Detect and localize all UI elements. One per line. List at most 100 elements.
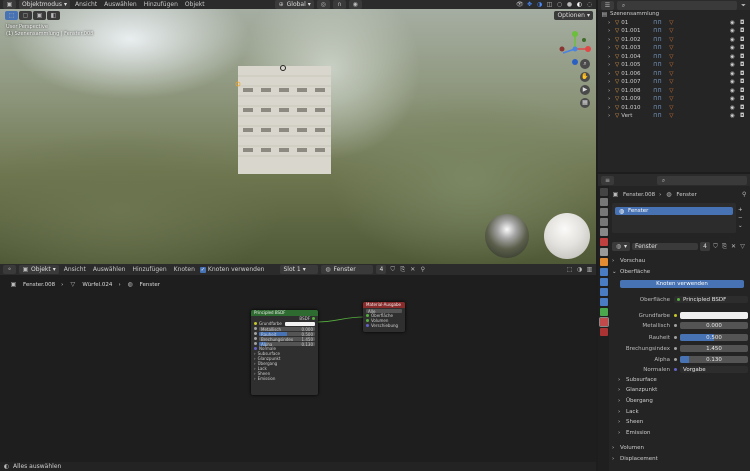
principled-bsdf-node[interactable]: Principled BSDF BSDF Grundfarbe Metallis… xyxy=(251,310,318,395)
section-volume[interactable]: › Volumen xyxy=(612,443,748,452)
camera-render-icon[interactable]: ◘ xyxy=(740,20,750,26)
chevron-right-icon[interactable]: › xyxy=(608,79,613,85)
properties-search[interactable]: ⌕ xyxy=(657,175,747,185)
chevron-right-icon[interactable]: › xyxy=(608,88,613,94)
duplicate-icon[interactable]: ⎘ xyxy=(721,243,728,250)
shading-wire-icon[interactable]: ○ xyxy=(556,1,563,8)
row-field[interactable]: Metallisch 0.000 xyxy=(259,326,315,332)
normal-field[interactable]: Vorgabe xyxy=(680,366,748,373)
use-nodes-checkbox[interactable]: ✓ Knoten verwenden xyxy=(199,266,264,273)
outliner[interactable]: ☰ ⌕ ⏷ ▤ Szenensammlung › ▽ 01 ⊓⊓ ▽ ◉ ◘ › ▽ 01.001 ⊓… xyxy=(598,0,750,172)
surface-subsection[interactable]: › Glanzpunkt xyxy=(618,386,750,395)
chevron-right-icon[interactable]: › xyxy=(608,20,613,26)
mode-dropdown[interactable]: Objektmodus ▾ xyxy=(19,0,70,9)
unlink-icon[interactable]: ✕ xyxy=(409,266,416,273)
shading-solid-icon[interactable]: ● xyxy=(566,1,573,8)
row-field[interactable]: Alpha 0.130 xyxy=(259,341,315,347)
node-row[interactable]: Verschiebung xyxy=(363,323,405,328)
node-subpanel[interactable]: › Emission xyxy=(251,376,318,381)
add-slot-icon[interactable]: + xyxy=(738,207,743,213)
chevron-right-icon[interactable]: › xyxy=(608,96,613,102)
node-row[interactable]: Metallisch 0.000 xyxy=(251,326,318,332)
surface-subsection[interactable]: › Emission xyxy=(618,429,750,438)
eye-icon[interactable]: ◉ xyxy=(730,20,738,26)
view-layer-tab-icon[interactable] xyxy=(599,218,608,226)
outliner-item[interactable]: › ▽ 01.006 ⊓⊓ ▽ ◉ ◘ xyxy=(598,70,750,79)
user-count[interactable]: 4 xyxy=(376,265,387,274)
gizmo-icon[interactable]: ✥ xyxy=(526,1,533,8)
pivot-button[interactable]: ◎ xyxy=(316,0,330,9)
outliner-item[interactable]: › ▽ 01.007 ⊓⊓ ▽ ◉ ◘ xyxy=(598,78,750,87)
select-mode-3[interactable]: ◧ xyxy=(47,11,60,20)
material-output-node[interactable]: Material-Ausgabe Alle Oberfläche Volumen… xyxy=(363,302,405,332)
window-mesh-object[interactable] xyxy=(235,66,333,174)
section-preview[interactable]: › Vorschau xyxy=(612,256,748,265)
camera-render-icon[interactable]: ◘ xyxy=(740,37,750,43)
eye-icon[interactable]: ◉ xyxy=(730,37,738,43)
chevron-right-icon[interactable]: › xyxy=(608,45,613,51)
select-mode-1[interactable]: ▢ xyxy=(19,11,32,20)
browse-material-button[interactable]: ◍ ▾ xyxy=(612,242,631,251)
eye-icon[interactable]: ◉ xyxy=(730,54,738,60)
chevron-right-icon[interactable]: › xyxy=(608,54,613,60)
camera-render-icon[interactable]: ◘ xyxy=(740,54,750,60)
camera-render-icon[interactable]: ◘ xyxy=(740,96,750,102)
metallic-field[interactable]: 0.000 xyxy=(680,322,748,329)
menu-object[interactable]: Objekt xyxy=(183,1,207,8)
eye-icon[interactable]: ◉ xyxy=(730,62,738,68)
slot-specials-icon[interactable]: ⌄ xyxy=(738,223,743,229)
surface-subsection[interactable]: › Sheen xyxy=(618,418,750,427)
eye-icon[interactable]: ◉ xyxy=(730,96,738,102)
menu-view[interactable]: Ansicht xyxy=(73,1,99,8)
particles-tab-icon[interactable] xyxy=(599,278,608,286)
node-menu-select[interactable]: Auswählen xyxy=(91,266,128,273)
surface-subsection[interactable]: › Übergang xyxy=(618,396,750,405)
camera-render-icon[interactable]: ◘ xyxy=(740,62,750,68)
chevron-right-icon[interactable]: › xyxy=(608,62,613,68)
chevron-right-icon[interactable]: › xyxy=(608,105,613,111)
pin-icon[interactable]: ⚲ xyxy=(741,191,748,198)
editor-type-button[interactable]: ▣ xyxy=(3,0,16,9)
surface-subsection[interactable]: › Lack xyxy=(618,407,750,416)
eye-icon[interactable]: ◉ xyxy=(730,88,738,94)
zoom-icon[interactable]: ⌕ xyxy=(580,59,590,69)
surface-subsection[interactable]: › Subsurface xyxy=(618,375,750,384)
outliner-item[interactable]: › ▽ 01.002 ⊓⊓ ▽ ◉ ◘ xyxy=(598,36,750,45)
texture-tab-icon[interactable] xyxy=(599,328,608,336)
snap-node-icon[interactable]: ⬚ xyxy=(566,266,573,273)
section-displacement[interactable]: › Displacement xyxy=(612,454,748,463)
eye-icon[interactable]: ◉ xyxy=(730,79,738,85)
section-surface[interactable]: ⌄ Oberfläche xyxy=(612,267,748,276)
material-slot-list[interactable]: ◍ Fenster xyxy=(612,203,736,233)
pin-icon[interactable]: ⚲ xyxy=(419,266,426,273)
base-color-swatch[interactable] xyxy=(680,312,748,319)
node-editor[interactable]: ▣ Fenster.008 › ▽ Würfel.024 › ◍ Fenster Pr… xyxy=(0,275,596,462)
node-row[interactable]: Grundfarbe xyxy=(251,321,318,326)
camera-render-icon[interactable]: ◘ xyxy=(740,79,750,85)
chevron-right-icon[interactable]: › xyxy=(608,28,613,34)
chevron-right-icon[interactable]: › xyxy=(608,71,613,77)
menu-select[interactable]: Auswählen xyxy=(102,1,139,8)
node-editor-type-button[interactable]: ⚬ xyxy=(3,265,16,274)
properties-editor[interactable]: ≡ ⌕ ▣ Fenster.008 › ◍ Fenster ⚲ ◍ Fenster +… xyxy=(598,174,750,471)
outliner-item[interactable]: › ▽ 01.010 ⊓⊓ ▽ ◉ ◘ xyxy=(598,104,750,113)
visibility-icon[interactable]: 👁 xyxy=(516,1,524,8)
material-tab-icon[interactable] xyxy=(598,317,609,327)
camera-render-icon[interactable]: ◘ xyxy=(740,88,750,94)
duplicate-icon[interactable]: ⎘ xyxy=(399,266,406,273)
unlink-icon[interactable]: ✕ xyxy=(730,243,737,250)
roughness-field[interactable]: 0.500 xyxy=(680,334,748,341)
chevron-right-icon[interactable]: › xyxy=(608,37,613,43)
users-field[interactable]: 4 xyxy=(700,242,710,251)
row-field[interactable]: Rauheit 0.500 xyxy=(259,331,315,337)
menu-add[interactable]: Hinzufügen xyxy=(142,1,180,8)
camera-render-icon[interactable]: ◘ xyxy=(740,71,750,77)
remove-slot-icon[interactable]: − xyxy=(738,215,743,221)
outliner-item[interactable]: › ▽ 01 ⊓⊓ ▽ ◉ ◘ xyxy=(598,19,750,28)
eye-icon[interactable]: ◉ xyxy=(730,113,738,119)
data-tab-icon[interactable] xyxy=(599,308,608,316)
collection-tab-icon[interactable] xyxy=(599,248,608,256)
camera-render-icon[interactable]: ◘ xyxy=(740,28,750,34)
outliner-root[interactable]: ▤ Szenensammlung xyxy=(598,10,750,19)
row-field[interactable]: Brechungsindex 1.450 xyxy=(259,336,315,342)
